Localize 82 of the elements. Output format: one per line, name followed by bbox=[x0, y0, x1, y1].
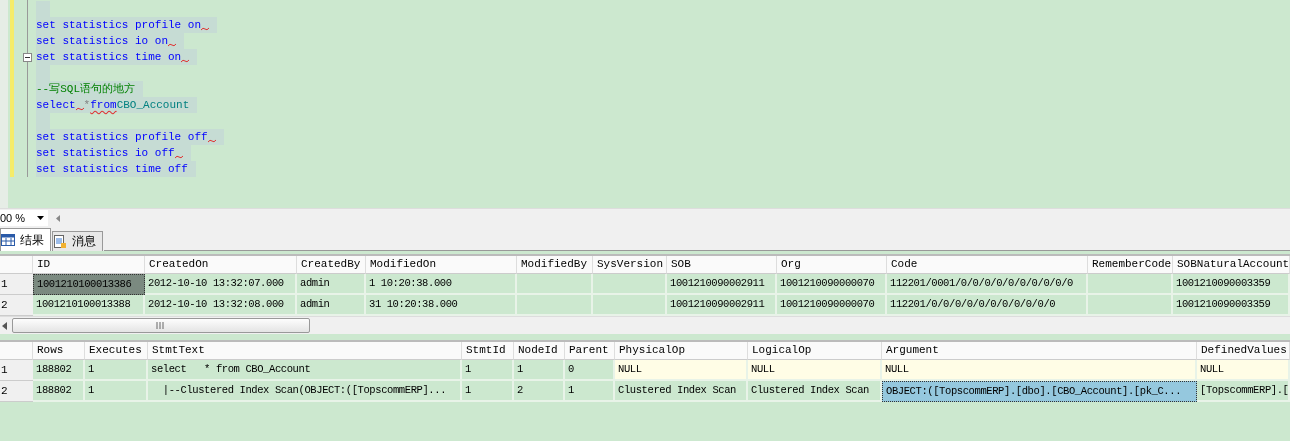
column-header[interactable]: NodeId bbox=[514, 342, 565, 360]
column-header[interactable]: PhysicalOp bbox=[615, 342, 748, 360]
table-cell: 1 bbox=[85, 381, 148, 402]
column-header[interactable]: Parent bbox=[565, 342, 615, 360]
column-header[interactable]: SOBNaturalAccount bbox=[1173, 256, 1290, 274]
code-token: set statistics profile on bbox=[36, 17, 210, 33]
column-header[interactable]: Code bbox=[887, 256, 1088, 274]
column-header[interactable]: CreatedOn bbox=[145, 256, 297, 274]
code-token: set statistics profile off bbox=[36, 129, 216, 145]
squiggle-icon bbox=[181, 59, 190, 63]
table-cell: 1 bbox=[85, 360, 148, 381]
code-token: set statistics time off bbox=[36, 162, 188, 177]
table-cell: [TopscommERP].[ bbox=[1197, 381, 1290, 402]
column-header[interactable]: StmtId bbox=[462, 342, 514, 360]
scroll-left-icon[interactable] bbox=[56, 214, 60, 222]
code-token: set statistics time on bbox=[36, 49, 190, 65]
code-token: select bbox=[36, 97, 84, 113]
table-cell: 2012-10-10 13:32:07.000 bbox=[145, 274, 297, 295]
table-cell: 1001210090000070 bbox=[777, 274, 887, 295]
column-header[interactable]: CreatedBy bbox=[297, 256, 366, 274]
header-corner bbox=[0, 256, 33, 274]
table-cell: 1 10:20:38.000 bbox=[366, 274, 517, 295]
table-cell: NULL bbox=[1197, 360, 1290, 381]
column-header[interactable]: Executes bbox=[85, 342, 148, 360]
column-header[interactable]: DefinedValues bbox=[1197, 342, 1290, 360]
table-cell: 2 bbox=[514, 381, 565, 402]
document-icon bbox=[53, 234, 67, 249]
column-header[interactable]: ID bbox=[33, 256, 145, 274]
column-header[interactable]: Rows bbox=[33, 342, 85, 360]
squiggle-icon bbox=[168, 43, 177, 47]
table-cell: 1001210090002911 bbox=[667, 274, 777, 295]
code-token: CBO_Account bbox=[116, 98, 190, 113]
result-tab[interactable]: 消息 bbox=[52, 231, 103, 251]
table-cell: NULL bbox=[748, 360, 882, 381]
table-cell: 1001210090003359 bbox=[1173, 274, 1290, 295]
table-cell: 1 bbox=[462, 381, 514, 402]
row-number[interactable]: 2 bbox=[0, 381, 33, 402]
collapse-icon[interactable] bbox=[23, 52, 32, 62]
table-cell: 1 bbox=[565, 381, 615, 402]
table-cell: NULL bbox=[882, 360, 1197, 381]
result-tab[interactable]: 结果 bbox=[0, 228, 51, 251]
row-number[interactable]: 1 bbox=[0, 360, 33, 381]
scrollbar-thumb[interactable] bbox=[12, 318, 310, 333]
code-token: --写SQL语句的地方 bbox=[36, 82, 135, 97]
table-cell: select * from CBO_Account bbox=[148, 360, 462, 381]
row-number[interactable]: 1 bbox=[0, 274, 33, 295]
table-cell: 1 bbox=[514, 360, 565, 381]
column-header[interactable]: Argument bbox=[882, 342, 1197, 360]
squiggle-icon bbox=[174, 155, 183, 159]
table-cell: 112201/0001/0/0/0/0/0/0/0/0/0/0 bbox=[887, 274, 1088, 295]
code-token: set statistics io off bbox=[36, 145, 183, 161]
column-header[interactable]: SysVersion bbox=[593, 256, 667, 274]
grid-icon bbox=[1, 234, 15, 246]
code-token: set statistics io on bbox=[36, 33, 177, 49]
table-cell: admin bbox=[297, 274, 366, 295]
column-header[interactable]: RememberCode bbox=[1088, 256, 1173, 274]
caret-icon bbox=[37, 216, 44, 220]
column-header[interactable]: LogicalOp bbox=[748, 342, 882, 360]
column-header[interactable]: ModifiedOn bbox=[366, 256, 517, 274]
table-cell: 1 bbox=[462, 360, 514, 381]
column-header[interactable]: Org bbox=[777, 256, 887, 274]
zoom-value: 00 % bbox=[0, 212, 26, 224]
table-cell: NULL bbox=[615, 360, 748, 381]
column-header[interactable]: StmtText bbox=[148, 342, 462, 360]
table-cell: |--Clustered Index Scan(OBJECT:([TopscommERP]... bbox=[148, 381, 462, 402]
code-token: from bbox=[90, 98, 117, 113]
table-cell: OBJECT:([TopscommERP].[dbo].[CBO_Account].[pk_C... bbox=[882, 381, 1197, 402]
table-cell: Clustered Index Scan bbox=[615, 381, 748, 402]
column-header[interactable]: ModifiedBy bbox=[517, 256, 593, 274]
scroll-left-icon[interactable] bbox=[2, 321, 8, 330]
zoom-dropdown[interactable]: 00 % bbox=[0, 210, 48, 226]
header-corner bbox=[0, 342, 33, 360]
table-cell: 1001210100013386 bbox=[33, 274, 145, 295]
table-cell: 188802 bbox=[33, 360, 85, 381]
grip-icon bbox=[156, 322, 166, 329]
column-header[interactable]: SOB bbox=[667, 256, 777, 274]
row-number[interactable]: 2 bbox=[0, 295, 33, 316]
table-cell: 188802 bbox=[33, 381, 85, 402]
code-token: * bbox=[83, 98, 91, 113]
squiggle-icon bbox=[75, 107, 84, 111]
squiggle-icon bbox=[201, 27, 210, 31]
squiggle-icon bbox=[207, 139, 216, 143]
